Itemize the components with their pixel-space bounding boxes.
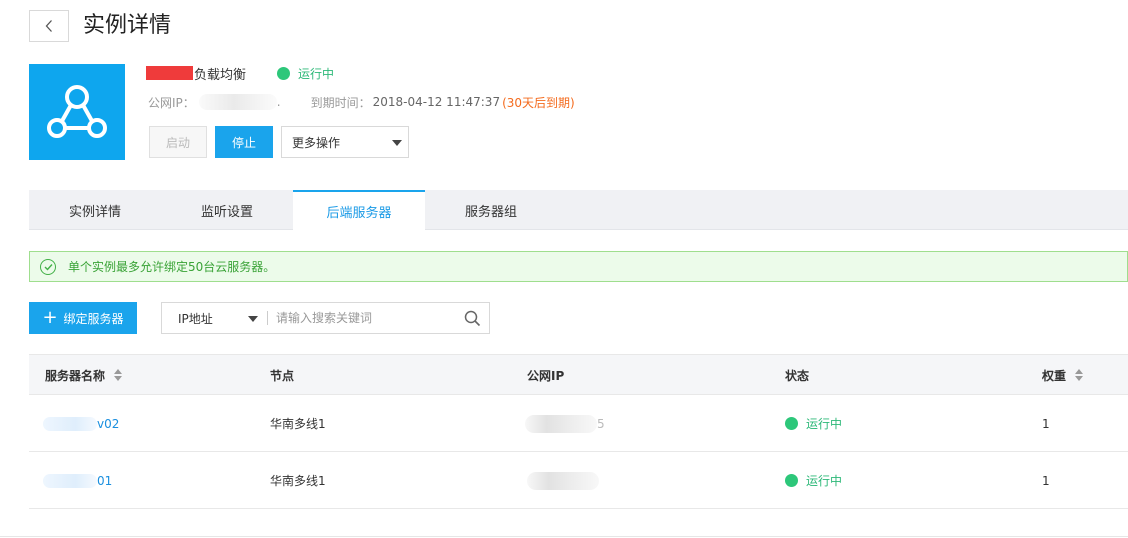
bind-server-button[interactable]: + 绑定服务器	[29, 302, 137, 334]
expire-label: 到期时间：	[310, 95, 371, 110]
info-alert: 单个实例最多允许绑定50台云服务器。	[29, 251, 1128, 282]
expire-warning: (30天后到期)	[502, 95, 575, 110]
redacted-ip	[527, 471, 599, 490]
column-header-weight[interactable]: 权重	[1042, 355, 1084, 395]
more-actions-dropdown[interactable]: 更多操作	[281, 126, 409, 158]
expire-value: 2018-04-12 11:47:37	[372, 95, 501, 109]
public-ip-cell	[527, 452, 599, 509]
chevron-left-icon	[45, 20, 52, 32]
load-balancer-icon	[47, 85, 107, 138]
chevron-down-icon	[248, 316, 258, 322]
table-row: 01 华南多线1 运行中 1	[29, 452, 1128, 509]
status-cell: 运行中	[785, 395, 842, 452]
alert-message: 单个实例最多允许绑定50台云服务器。	[68, 260, 276, 274]
search-type-select[interactable]: IP地址	[162, 303, 267, 333]
node-cell: 华南多线1	[270, 474, 326, 488]
plus-icon: +	[42, 307, 58, 328]
column-header-server-name[interactable]: 服务器名称	[45, 355, 123, 395]
ip-trailing: 5	[597, 416, 605, 431]
weight-cell: 1	[1042, 416, 1050, 431]
search-input[interactable]	[276, 307, 456, 329]
ip-trailing: .	[276, 95, 281, 109]
bind-server-label: 绑定服务器	[63, 311, 124, 326]
weight-cell: 1	[1042, 473, 1050, 488]
instance-name: 负载均衡	[146, 64, 247, 83]
instance-status: 运行中	[277, 64, 334, 82]
search-box: IP地址	[161, 302, 490, 334]
redacted-name	[146, 66, 193, 80]
redacted-ip	[525, 414, 597, 433]
instance-name-label: 负载均衡	[194, 67, 247, 83]
redacted-server-name	[43, 473, 97, 488]
page-title: 实例详情	[83, 13, 172, 38]
table-row: v02 华南多线1 5 运行中 1	[29, 395, 1128, 452]
chevron-down-icon	[392, 140, 402, 146]
sort-icon[interactable]	[114, 369, 123, 381]
search-type-label: IP地址	[178, 311, 213, 326]
check-circle-icon	[40, 258, 56, 275]
stop-button[interactable]: 停止	[215, 126, 273, 158]
tab-bar: 实例详情 监听设置 后端服务器 服务器组	[29, 190, 1128, 231]
column-header-public-ip: 公网IP	[527, 368, 565, 383]
server-name-cell[interactable]: v02	[43, 395, 119, 452]
public-ip-cell: 5	[525, 395, 605, 452]
sort-icon[interactable]	[1075, 369, 1084, 381]
status-dot-icon	[277, 66, 290, 80]
column-header-node: 节点	[270, 368, 295, 383]
server-name-link[interactable]: 01	[97, 474, 112, 488]
tab-instance-details[interactable]: 实例详情	[29, 190, 161, 230]
server-name-cell[interactable]: 01	[43, 452, 112, 509]
more-actions-label: 更多操作	[292, 135, 341, 150]
redacted-ip	[198, 94, 277, 110]
status-dot-icon	[785, 474, 798, 487]
table-header: 服务器名称 节点 公网IP 状态 权重	[29, 354, 1128, 395]
tab-backend-servers[interactable]: 后端服务器	[293, 190, 425, 231]
search-divider	[267, 311, 268, 325]
backend-server-table: 服务器名称 节点 公网IP 状态 权重 v02 华南多线1 5 运行中 1 01…	[29, 354, 1128, 509]
status-dot-icon	[785, 417, 798, 430]
instance-logo	[29, 64, 125, 160]
instance-status-label: 运行中	[298, 66, 335, 81]
instance-meta: 公网IP： . 到期时间： 2018-04-12 11:47:37 (30天后到…	[148, 93, 575, 111]
redacted-server-name	[43, 416, 97, 431]
ip-label: 公网IP：	[148, 95, 195, 110]
start-button[interactable]: 启动	[149, 126, 207, 158]
tab-server-groups[interactable]: 服务器组	[425, 190, 557, 230]
status-cell: 运行中	[785, 452, 842, 509]
tab-listener-settings[interactable]: 监听设置	[161, 190, 293, 230]
column-header-status: 状态	[785, 368, 810, 383]
server-name-link[interactable]: v02	[97, 417, 119, 431]
back-button[interactable]	[29, 10, 69, 42]
bottom-divider	[0, 536, 1128, 537]
node-cell: 华南多线1	[270, 417, 326, 431]
search-icon[interactable]	[464, 310, 481, 327]
